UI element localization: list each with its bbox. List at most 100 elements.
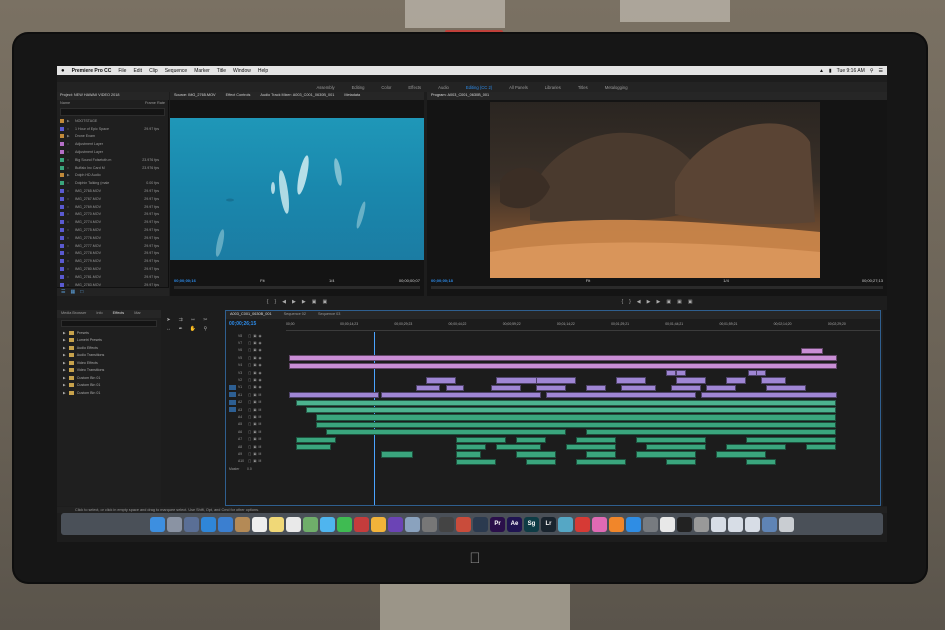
list-view-icon[interactable]: ☰	[61, 289, 65, 295]
mute-icon[interactable]: M	[258, 415, 261, 419]
sync-icon[interactable]: ▣	[253, 348, 256, 352]
project-item[interactable]: □ IMG_2777.MOV 29.97 fps	[57, 242, 168, 250]
mute-icon[interactable]: M	[258, 452, 261, 456]
bin-disclosure-icon[interactable]: ▶	[67, 134, 75, 138]
tab-sequence-03[interactable]: Sequence 03	[318, 312, 340, 318]
program-step-back-icon[interactable]: ◀	[637, 299, 641, 305]
project-item[interactable]: □ IMG_2781.MOV 29.97 fps	[57, 273, 168, 281]
mute-icon[interactable]: M	[258, 422, 261, 426]
program-mark-in-icon[interactable]: {	[621, 299, 623, 305]
contacts-icon[interactable]	[235, 516, 250, 532]
wifi-icon[interactable]: ▲	[819, 68, 824, 74]
disclosure-icon[interactable]: ▶	[63, 338, 66, 342]
timeline-clip[interactable]	[666, 370, 676, 377]
timeline-clip[interactable]	[516, 451, 556, 458]
steam-icon[interactable]	[473, 516, 488, 532]
timeline-clip[interactable]	[586, 429, 836, 436]
track-target-toggle[interactable]	[229, 333, 236, 338]
track-target-toggle[interactable]	[229, 370, 236, 375]
tab-sequence-main[interactable]: A003_C001_0630B_001	[230, 312, 272, 318]
sync-icon[interactable]: ▣	[253, 437, 256, 441]
workspace-tab[interactable]: Metalogging	[605, 85, 628, 90]
source-scale-dropdown[interactable]: 1/4	[329, 278, 335, 283]
lock-icon[interactable]: ▢	[248, 430, 251, 434]
timeline-clip[interactable]	[726, 377, 746, 384]
lock-icon[interactable]: ▢	[248, 408, 251, 412]
mute-icon[interactable]: M	[258, 459, 261, 463]
system-preferences-icon[interactable]	[643, 516, 658, 532]
timeline-clip[interactable]	[381, 451, 413, 458]
track-target-toggle[interactable]	[229, 392, 236, 398]
timeline-clip[interactable]	[496, 444, 541, 451]
tab-source[interactable]: Source: IMG_2765.MOV	[174, 93, 216, 99]
reminders-icon[interactable]	[286, 516, 301, 532]
after-effects-icon[interactable]: Ae	[507, 516, 522, 532]
ibooks-icon[interactable]	[609, 516, 624, 532]
project-item[interactable]: ▶ Drone Exam	[57, 133, 168, 141]
timeline-clip[interactable]	[671, 384, 701, 391]
workspace-tab[interactable]: Effects	[408, 85, 421, 90]
razor-tool-icon[interactable]: ✂	[202, 317, 209, 324]
effects-item[interactable]: ▶ Audio Effects	[57, 344, 161, 352]
effects-item[interactable]: ▶ Custom Bin 01	[57, 374, 161, 382]
eye-icon[interactable]: ◉	[258, 363, 261, 367]
program-play-icon[interactable]: ▶	[647, 299, 651, 305]
preview-icon[interactable]	[405, 516, 420, 532]
project-item[interactable]: □ IMG_2767.MOV 29.97 fps	[57, 195, 168, 203]
timeline-clip[interactable]	[526, 458, 556, 465]
menu-marker[interactable]: Marker	[194, 68, 210, 74]
sync-icon[interactable]: ▣	[253, 422, 256, 426]
project-item[interactable]: □ Dolphin Talking (male 0.00 fps	[57, 179, 168, 187]
timeline-clip[interactable]	[316, 414, 836, 421]
timeline-clip[interactable]	[516, 436, 546, 443]
effects-item[interactable]: ▶ Video Transitions	[57, 367, 161, 375]
itunes-icon[interactable]	[592, 516, 607, 532]
sync-icon[interactable]: ▣	[253, 334, 256, 338]
timeline-clip[interactable]	[726, 444, 786, 451]
timeline-clip[interactable]	[701, 392, 837, 399]
mark-out-icon[interactable]: }	[274, 299, 276, 305]
menu-file[interactable]: File	[118, 68, 126, 74]
program-scrubber[interactable]	[431, 286, 883, 289]
timeline-clip[interactable]	[536, 384, 566, 391]
track-target-toggle[interactable]	[229, 414, 236, 419]
tab-metadata[interactable]: Metadata	[344, 93, 360, 99]
timeline-clip[interactable]	[296, 436, 336, 443]
program-step-forward-icon[interactable]: ▶	[657, 299, 661, 305]
track-target-toggle[interactable]	[229, 399, 236, 405]
timeline-clip[interactable]	[706, 384, 736, 391]
pen-tool-icon[interactable]: ✒	[177, 326, 184, 333]
downloads-icon[interactable]	[762, 516, 777, 532]
disclosure-icon[interactable]: ▶	[63, 353, 66, 357]
lock-icon[interactable]: ▢	[248, 334, 251, 338]
project-item[interactable]: □ IMG_2775.MOV 29.97 fps	[57, 226, 168, 234]
lock-icon[interactable]: ▢	[248, 459, 251, 463]
battery-icon[interactable]: ▮	[829, 68, 832, 74]
workspace-tab[interactable]: Editing	[352, 85, 365, 90]
export-frame-icon[interactable]: ▣	[688, 299, 693, 305]
project-item[interactable]: □ IMG_2780.MOV 29.97 fps	[57, 265, 168, 273]
timeline-clip[interactable]	[316, 421, 836, 428]
workspace-tab[interactable]: Editing (CC 2)	[466, 85, 492, 90]
maps-icon[interactable]	[303, 516, 318, 532]
timeline-clip[interactable]	[289, 392, 379, 399]
zoom-tool-icon[interactable]: ⚲	[202, 326, 209, 333]
bin-disclosure-icon[interactable]: ▶	[67, 173, 75, 177]
selection-tool-icon[interactable]: ➤	[165, 317, 172, 324]
app-menu[interactable]: Premiere Pro CC	[72, 68, 112, 74]
effects-item[interactable]: ▶ Custom Bin 01	[57, 389, 161, 397]
disclosure-icon[interactable]: ▶	[63, 391, 66, 395]
disclosure-icon[interactable]: ▶	[63, 361, 66, 365]
timeline-clip[interactable]	[646, 444, 706, 451]
speedgrade-icon[interactable]: Sg	[524, 516, 539, 532]
sync-icon[interactable]: ▣	[253, 371, 256, 375]
mute-icon[interactable]: M	[258, 393, 261, 397]
timeline-clip[interactable]	[289, 362, 837, 369]
timeline-clip[interactable]	[756, 370, 766, 377]
document-icon-2[interactable]	[728, 516, 743, 532]
textedit-icon[interactable]	[660, 516, 675, 532]
timeline-clip[interactable]	[746, 458, 776, 465]
menu-title[interactable]: Title	[217, 68, 226, 74]
sync-icon[interactable]: ▣	[253, 385, 256, 389]
disclosure-icon[interactable]: ▶	[63, 376, 66, 380]
